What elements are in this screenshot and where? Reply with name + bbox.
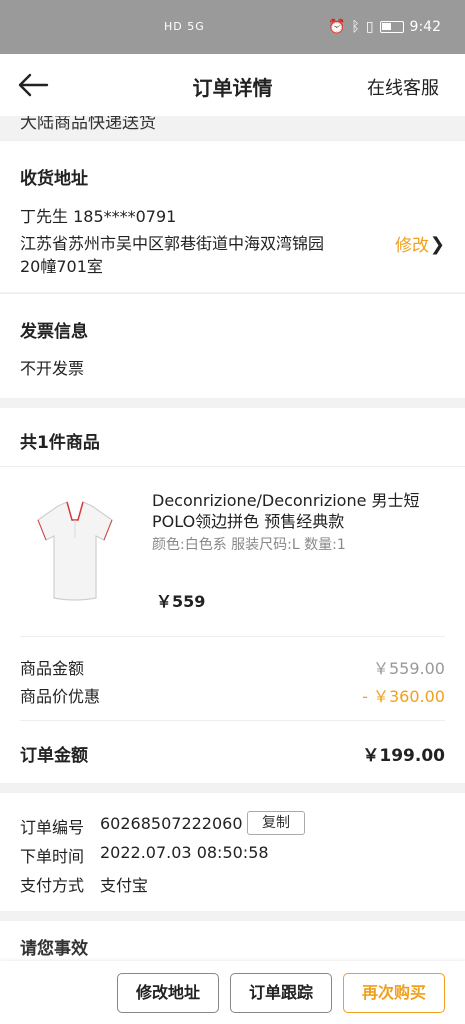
product-price: ￥559 (156, 592, 206, 611)
status-icons: ⏰ ᛒ ▯ 9:42 (328, 19, 441, 35)
payment-method-value: 支付宝 (100, 876, 149, 895)
nav-bar: 订单详情 在线客服 (0, 54, 465, 116)
buy-again-button[interactable]: 再次购买 (343, 973, 445, 1013)
order-number-label: 订单编号 (20, 818, 85, 837)
order-detail-content[interactable]: 大陆商品快递送货 收货地址 丁先生 185****0791 江苏省苏州市吴中区郭… (0, 116, 465, 961)
recipient-name-phone: 丁先生 185****0791 (20, 207, 177, 226)
track-order-button[interactable]: 订单跟踪 (230, 973, 332, 1013)
alarm-icon: ⏰ (327, 19, 346, 35)
order-number-value: 60268507222060 (100, 814, 243, 833)
discount-label: 商品价优惠 (20, 687, 101, 706)
status-time: 9:42 (409, 19, 441, 35)
order-total-label: 订单金额 (20, 746, 88, 766)
order-info-card: 订单编号 60268507222060 复制 下单时间 2022.07.03 0… (0, 793, 465, 911)
invoice-value: 不开发票 (20, 359, 85, 378)
subtotal-label: 商品金额 (20, 659, 85, 678)
online-service-link[interactable]: 在线客服 (367, 74, 439, 100)
order-time-value: 2022.07.03 08:50:58 (100, 843, 269, 862)
discount-value: - ￥360.00 (362, 687, 445, 706)
network-indicator: HD 5G (164, 20, 205, 33)
next-section-heading: 请您事效 (20, 939, 88, 959)
product-title[interactable]: Deconrizione/Deconrizione 男士短POLO领边拼色 预售… (152, 490, 422, 532)
address-line-1: 江苏省苏州市吴中区郭巷街道中海双湾锦园 (20, 234, 325, 253)
edit-address-link[interactable]: 修改 (395, 231, 429, 256)
divider (0, 466, 465, 467)
status-bar: HD 5G ⏰ ᛒ ▯ 9:42 (0, 0, 465, 54)
address-section-title: 收货地址 (20, 169, 88, 189)
bluetooth-icon: ᛒ (351, 19, 360, 35)
battery-icon (379, 21, 404, 33)
divider (20, 720, 445, 721)
delivery-note: 大陆商品快递送货 (20, 116, 156, 133)
polo-shirt-icon (37, 501, 113, 601)
payment-method-label: 支付方式 (20, 876, 85, 895)
subtotal-value: ￥559.00 (373, 659, 445, 678)
product-spec: 颜色:白色系 服装尺码:L 数量:1 (152, 537, 346, 553)
order-total-value: ￥199.00 (362, 746, 445, 766)
bottom-action-bar: 修改地址 订单跟踪 再次购买 (0, 961, 465, 1024)
invoice-card: 发票信息 不开发票 (0, 293, 465, 398)
order-time-label: 下单时间 (20, 847, 85, 866)
goods-card: 共1件商品 Deconrizione/Deconrizione 男士短POLO领… (0, 408, 465, 783)
invoice-section-title: 发票信息 (20, 322, 88, 342)
product-image[interactable] (28, 498, 122, 608)
chevron-right-icon[interactable]: ❯ (430, 234, 445, 255)
vibrate-icon: ▯ (365, 19, 374, 35)
address-card: 收货地址 丁先生 185****0791 江苏省苏州市吴中区郭巷街道中海双湾锦园… (0, 140, 465, 292)
goods-section-title: 共1件商品 (20, 433, 100, 453)
divider (0, 293, 465, 294)
edit-address-button[interactable]: 修改地址 (117, 973, 219, 1013)
copy-order-number-button[interactable]: 复制 (247, 811, 305, 835)
divider (20, 636, 445, 637)
divider (0, 140, 465, 141)
address-line-2: 20幢701室 (20, 257, 103, 276)
